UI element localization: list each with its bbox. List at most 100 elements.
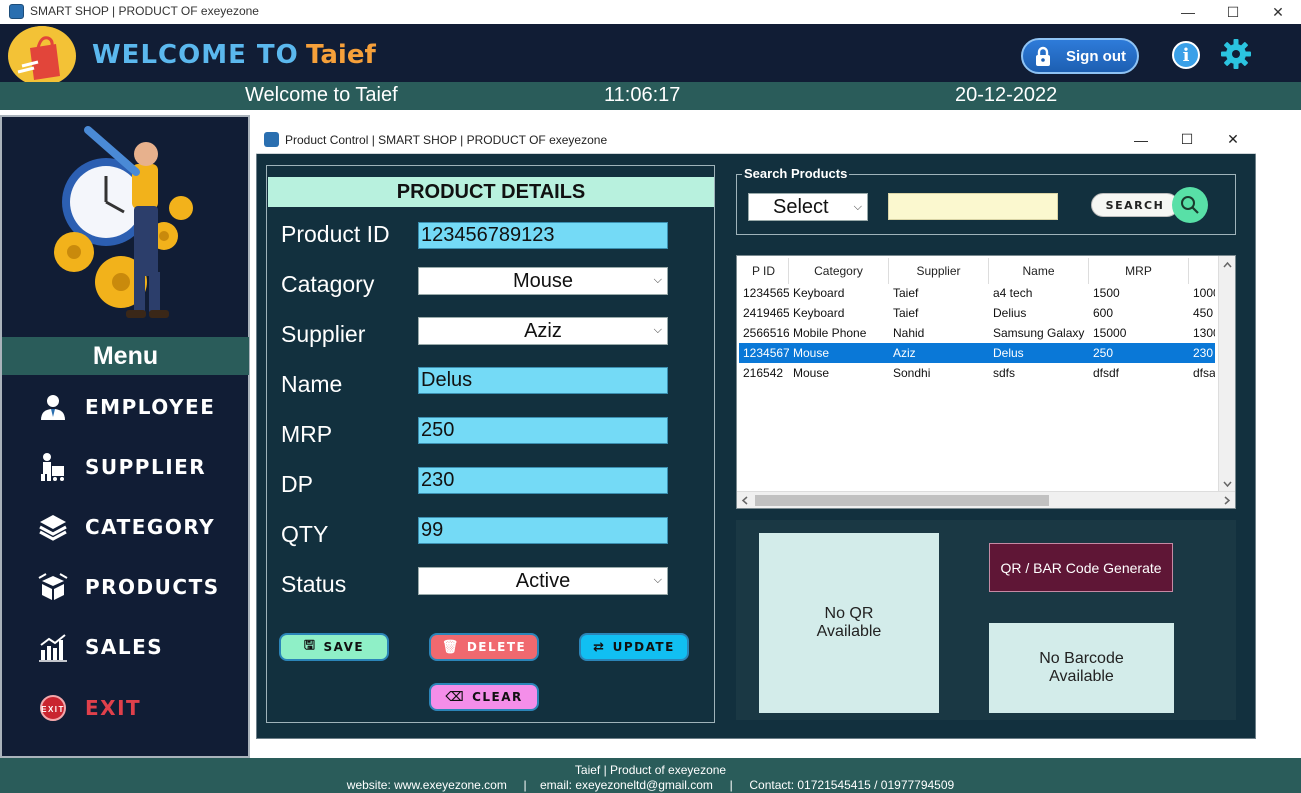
scroll-left-icon[interactable] xyxy=(737,492,754,509)
svg-text:EXIT: EXIT xyxy=(41,705,65,714)
horizontal-scroll-thumb[interactable] xyxy=(755,495,1049,506)
app-title: SMART SHOP | PRODUCT OF exeyezone xyxy=(30,4,259,18)
dp-label: DP xyxy=(281,471,313,497)
product-control-title-bar: Product Control | SMART SHOP | PRODUCT O… xyxy=(256,125,1256,154)
delete-button[interactable]: 🗑 DELETE xyxy=(429,633,539,661)
column-header-name[interactable]: Name xyxy=(989,258,1089,284)
chart-icon xyxy=(38,632,68,662)
sign-out-button[interactable]: Sign out xyxy=(1021,38,1139,74)
trash-icon: 🗑 xyxy=(441,639,460,655)
footer: Taief | Product of exeyezone website: ww… xyxy=(0,758,1301,793)
column-header-supplier[interactable]: Supplier xyxy=(889,258,989,284)
table-row[interactable]: 2566516 Mobile Phone Nahid Samsung Galax… xyxy=(739,323,1215,343)
save-button[interactable]: 🖫 SAVE xyxy=(279,633,389,661)
cell-category: Mouse xyxy=(793,346,830,360)
scroll-up-icon[interactable] xyxy=(1219,256,1236,273)
cell-mrp: 600 xyxy=(1093,306,1114,320)
cell-pid: 2566516 xyxy=(743,326,789,340)
name-input[interactable]: Delus xyxy=(418,367,668,394)
footer-contact: website: www.exeyezone.com | email: exey… xyxy=(346,778,955,792)
cell-pid: 1234565 xyxy=(743,286,789,300)
products-table[interactable]: P ID Category Supplier Name MRP 1234565 … xyxy=(736,255,1236,509)
column-header-pid[interactable]: P ID xyxy=(739,258,789,284)
column-header-category[interactable]: Category xyxy=(789,258,889,284)
status-bar: Welcome to Taief 11:06:17 20-12-2022 xyxy=(0,82,1301,110)
close-button[interactable]: ✕ xyxy=(1255,0,1301,24)
cell-supplier: Sondhi xyxy=(893,366,931,380)
info-icon[interactable]: i xyxy=(1172,41,1200,69)
dp-input[interactable]: 230 xyxy=(418,467,668,494)
search-input[interactable] xyxy=(888,193,1058,220)
product-id-label: Product ID xyxy=(281,221,390,247)
generate-code-button[interactable]: QR / BAR Code Generate xyxy=(989,543,1173,592)
refresh-icon: ⇄ xyxy=(593,639,606,655)
table-row[interactable]: 216542 Mouse Sondhi sdfs dfsdf dfsa xyxy=(739,363,1215,383)
menu-title: Menu xyxy=(2,337,249,375)
maximize-button[interactable]: ☐ xyxy=(1210,0,1256,24)
category-label: Catagory xyxy=(281,271,375,297)
cell-dp: 450 xyxy=(1193,306,1214,320)
sign-out-label: Sign out xyxy=(1066,47,1126,65)
scroll-right-icon[interactable] xyxy=(1218,492,1235,509)
menu-item-label: CATEGORY xyxy=(85,515,216,539)
minimize-button[interactable]: — xyxy=(1165,0,1211,24)
cell-dp: 1000 xyxy=(1193,286,1215,300)
search-field-select[interactable]: Select ⌵ xyxy=(748,193,868,221)
welcome-status: Welcome to Taief xyxy=(245,84,398,106)
cell-name: sdfs xyxy=(993,366,1016,380)
menu-item-sales[interactable]: SALES xyxy=(38,627,163,667)
mrp-input[interactable]: 250 xyxy=(418,417,668,444)
footer-credit: Taief | Product of exeyezone xyxy=(574,763,727,777)
status-value: Active xyxy=(515,569,571,592)
column-header-mrp[interactable]: MRP xyxy=(1089,258,1189,284)
cell-dp: dfsa xyxy=(1193,366,1215,380)
category-select[interactable]: Mouse ⌵ xyxy=(418,267,668,295)
category-value: Mouse xyxy=(512,269,574,292)
supplier-select[interactable]: Aziz ⌵ xyxy=(418,317,668,345)
supplier-icon xyxy=(38,452,68,482)
cell-supplier: Aziz xyxy=(893,346,916,360)
vertical-scrollbar[interactable] xyxy=(1218,256,1235,493)
menu-item-label: SALES xyxy=(85,635,164,659)
menu-item-supplier[interactable]: SUPPLIER xyxy=(38,447,206,487)
layers-icon xyxy=(38,512,68,542)
inner-close-button[interactable]: ✕ xyxy=(1210,125,1256,154)
app-title-bar: SMART SHOP | PRODUCT OF exeyezone — ☐ ✕ xyxy=(0,0,1301,24)
qty-input[interactable]: 99 xyxy=(418,517,668,544)
menu-item-label: EMPLOYEE xyxy=(85,395,216,419)
status-select[interactable]: Active ⌵ xyxy=(418,567,668,595)
cell-name: Delus xyxy=(993,346,1024,360)
cell-name: Delius xyxy=(993,306,1027,320)
clear-button[interactable]: ⌫ CLEAR xyxy=(429,683,539,711)
product-details-header: PRODUCT DETAILS xyxy=(268,177,714,207)
table-row-selected[interactable]: 1234567 Mouse Aziz Delus 250 230 xyxy=(739,343,1215,363)
cell-category: Keyboard xyxy=(793,286,845,300)
inner-minimize-button[interactable]: — xyxy=(1118,125,1164,154)
cell-mrp: dfsdf xyxy=(1093,366,1120,380)
delete-label: DELETE xyxy=(466,640,527,654)
gear-icon[interactable] xyxy=(1220,38,1252,70)
barcode-preview: No Barcode Available xyxy=(989,623,1174,713)
window-app-icon xyxy=(264,132,279,147)
chevron-down-icon: ⌵ xyxy=(653,574,662,586)
menu-item-exit[interactable]: EXIT EXIT xyxy=(38,688,141,728)
inner-maximize-button[interactable]: ☐ xyxy=(1164,125,1210,154)
table-row[interactable]: 2419465 Keyboard Taief Delius 600 450 xyxy=(739,303,1215,323)
search-icon[interactable] xyxy=(1172,187,1208,223)
cell-supplier: Taief xyxy=(893,306,919,320)
product-id-input[interactable]: 123456789123 xyxy=(418,222,668,249)
menu-item-category[interactable]: CATEGORY xyxy=(38,507,215,547)
column-header-dp[interactable] xyxy=(1189,258,1215,284)
search-button[interactable]: SEARCH xyxy=(1091,193,1179,217)
menu-item-products[interactable]: PRODUCTS xyxy=(38,567,220,607)
chevron-down-icon: ⌵ xyxy=(853,201,862,213)
table-row[interactable]: 1234565 Keyboard Taief a4 tech 1500 1000 xyxy=(739,283,1215,303)
search-select-value: Select xyxy=(773,195,829,218)
menu-item-employee[interactable]: EMPLOYEE xyxy=(38,387,215,427)
menu-item-label: PRODUCTS xyxy=(85,575,220,599)
menu-item-label: SUPPLIER xyxy=(85,455,207,479)
update-button[interactable]: ⇄ UPDATE xyxy=(579,633,689,661)
horizontal-scrollbar[interactable] xyxy=(737,491,1235,508)
shop-logo xyxy=(8,26,76,86)
update-label: UPDATE xyxy=(612,640,675,654)
